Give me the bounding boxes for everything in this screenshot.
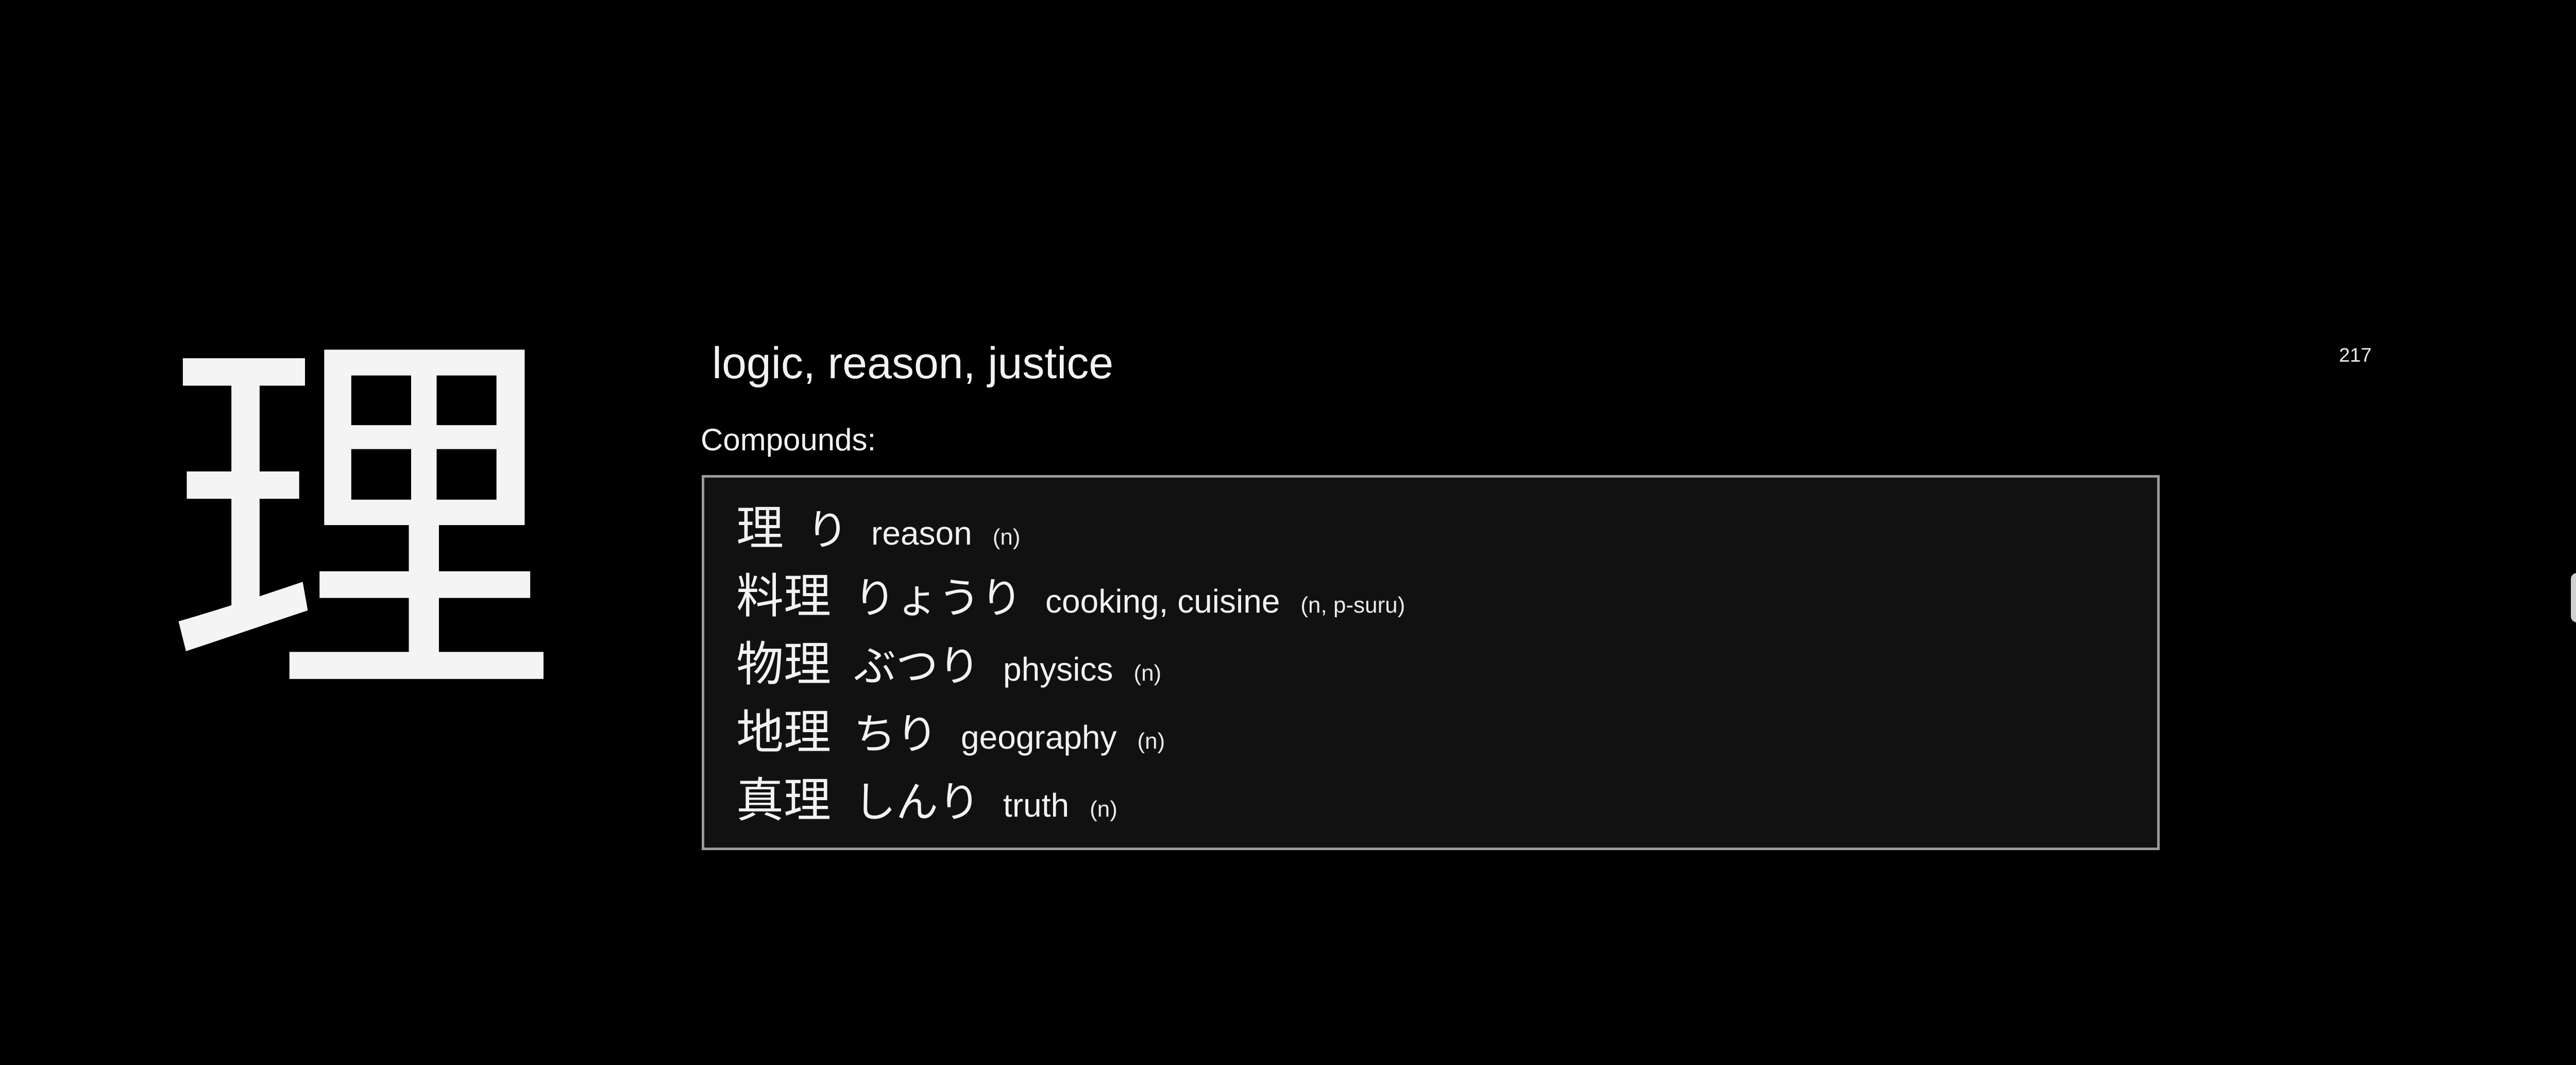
compound-row: 地理 ちり geography (n) <box>736 694 2157 762</box>
kanji-character: 理 <box>165 298 556 753</box>
compound-row: 料理 りょうり cooking, cuisine (n, p-suru) <box>736 558 2157 626</box>
compound-word: 料理 <box>736 569 832 624</box>
compound-word: 地理 <box>736 705 832 760</box>
kanji-meaning: logic, reason, justice <box>712 339 1114 388</box>
compound-meaning: reason <box>871 515 972 552</box>
compound-part-of-speech: (n) <box>1090 797 1117 822</box>
compounds-label: Compounds: <box>701 422 876 457</box>
compound-word: 理 <box>736 501 784 556</box>
compounds-list: 理 り reason (n) 料理 りょうり cooking, cuisine … <box>702 475 2160 850</box>
compound-meaning: truth <box>1003 787 1070 824</box>
compound-row: 物理 ぶつり physics (n) <box>736 626 2157 694</box>
compound-reading: ぶつり <box>854 642 981 691</box>
compound-meaning: geography <box>961 719 1117 756</box>
compound-meaning: physics <box>1003 651 1113 688</box>
frame-number: 217 <box>2339 345 2372 366</box>
compound-part-of-speech: (n, p-suru) <box>1300 593 1405 618</box>
compound-word: 物理 <box>736 637 832 692</box>
compound-part-of-speech: (n) <box>1137 729 1165 754</box>
compound-reading: ちり <box>854 710 939 759</box>
compound-row: 理 り reason (n) <box>736 490 2157 558</box>
compound-reading: りょうり <box>854 574 1023 623</box>
compound-part-of-speech: (n) <box>1133 661 1162 686</box>
scrollbar-handle[interactable] <box>2571 573 2576 622</box>
compound-part-of-speech: (n) <box>992 525 1021 550</box>
compound-meaning: cooking, cuisine <box>1045 583 1280 620</box>
compound-word: 真理 <box>736 773 832 828</box>
compound-row: 真理 しんり truth (n) <box>736 762 2157 830</box>
compound-reading: しんり <box>854 778 981 827</box>
compound-reading: り <box>806 506 849 555</box>
